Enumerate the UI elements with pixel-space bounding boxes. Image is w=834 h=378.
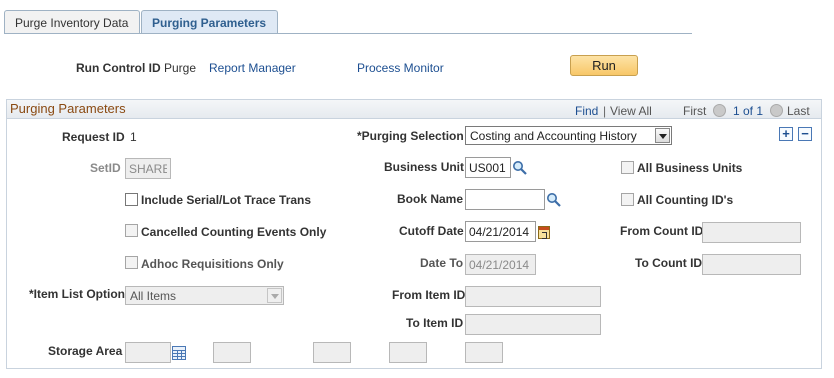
purging-selection-label: *Purging Selection [357, 129, 464, 143]
all-counting-ids-checkbox[interactable] [621, 193, 634, 206]
all-business-units-checkbox[interactable] [621, 161, 634, 174]
run-button[interactable]: Run [570, 55, 638, 76]
to-count-id-label: To Count ID [635, 256, 703, 270]
storage-area-field-5[interactable] [465, 342, 503, 363]
item-list-option-value: All Items [130, 289, 177, 303]
tab-label: Purge Inventory Data [15, 16, 129, 30]
delete-row-button[interactable]: − [798, 127, 812, 141]
chevron-down-icon [267, 288, 282, 303]
book-name-field[interactable] [465, 189, 545, 210]
all-business-units-label: All Business Units [637, 161, 743, 175]
tab-underline [4, 33, 692, 34]
separator: | [603, 104, 607, 118]
storage-area-field-2[interactable] [213, 342, 251, 363]
from-count-id-label: From Count ID [620, 224, 704, 238]
storage-area-field-4[interactable] [389, 342, 427, 363]
run-control-label: Run Control ID [76, 61, 161, 75]
first-label[interactable]: First [683, 104, 706, 118]
include-serial-checkbox[interactable] [125, 193, 138, 206]
magnifier-icon[interactable] [512, 160, 528, 176]
storage-area-label: Storage Area [48, 344, 123, 358]
process-monitor-link[interactable]: Process Monitor [357, 61, 444, 75]
last-label[interactable]: Last [787, 104, 810, 118]
find-link[interactable]: Find [575, 104, 598, 118]
calendar-icon[interactable] [538, 226, 550, 239]
adhoc-requisitions-checkbox[interactable] [125, 256, 138, 269]
item-list-option-dropdown: All Items [125, 286, 284, 305]
group-title: Purging Parameters [10, 101, 126, 116]
next-arrow-icon[interactable] [770, 104, 783, 117]
storage-area-field-1[interactable] [125, 342, 171, 363]
view-all-link[interactable]: View All [610, 104, 652, 118]
all-counting-ids-label: All Counting ID's [637, 193, 734, 207]
to-item-id-label: To Item ID [406, 316, 464, 330]
add-row-button[interactable]: + [779, 127, 793, 141]
setid-label: SetID [90, 161, 121, 175]
purging-selection-dropdown[interactable]: Costing and Accounting History [465, 126, 672, 145]
from-item-id-field [465, 286, 601, 307]
magnifier-icon[interactable] [546, 192, 562, 208]
cancelled-events-label: Cancelled Counting Events Only [141, 225, 327, 239]
from-item-id-label: From Item ID [392, 288, 466, 302]
book-name-label: Book Name [397, 192, 464, 206]
business-unit-field[interactable] [465, 157, 511, 178]
tab-purge-inventory-data[interactable]: Purge Inventory Data [4, 10, 140, 34]
setid-field [125, 158, 171, 179]
report-manager-link[interactable]: Report Manager [209, 61, 296, 75]
to-item-id-field [465, 314, 601, 335]
tab-label: Purging Parameters [152, 16, 267, 30]
include-serial-label: Include Serial/Lot Trace Trans [141, 193, 312, 207]
business-unit-label: Business Unit [384, 160, 465, 174]
row-range: 1 of 1 [733, 104, 764, 118]
grid-lookup-icon[interactable] [172, 346, 186, 360]
cancelled-events-checkbox[interactable] [125, 224, 138, 237]
request-id-value: 1 [130, 130, 137, 144]
item-list-option-label: *Item List Option [29, 287, 125, 301]
cutoff-date-label: Cutoff Date [399, 224, 464, 238]
from-count-id-field [702, 222, 801, 243]
date-to-label: Date To [420, 256, 464, 270]
to-count-id-field [702, 254, 801, 275]
storage-area-field-3[interactable] [313, 342, 351, 363]
chevron-down-icon[interactable] [655, 128, 670, 143]
cutoff-date-field[interactable] [465, 221, 536, 242]
request-id-label: Request ID [62, 130, 125, 144]
run-control-value: Purge [164, 61, 197, 75]
tab-purging-parameters[interactable]: Purging Parameters [141, 10, 278, 34]
adhoc-requisitions-label: Adhoc Requisitions Only [141, 257, 284, 271]
previous-arrow-icon[interactable] [713, 104, 726, 117]
date-to-field [465, 254, 536, 275]
purging-selection-value: Costing and Accounting History [470, 129, 637, 143]
